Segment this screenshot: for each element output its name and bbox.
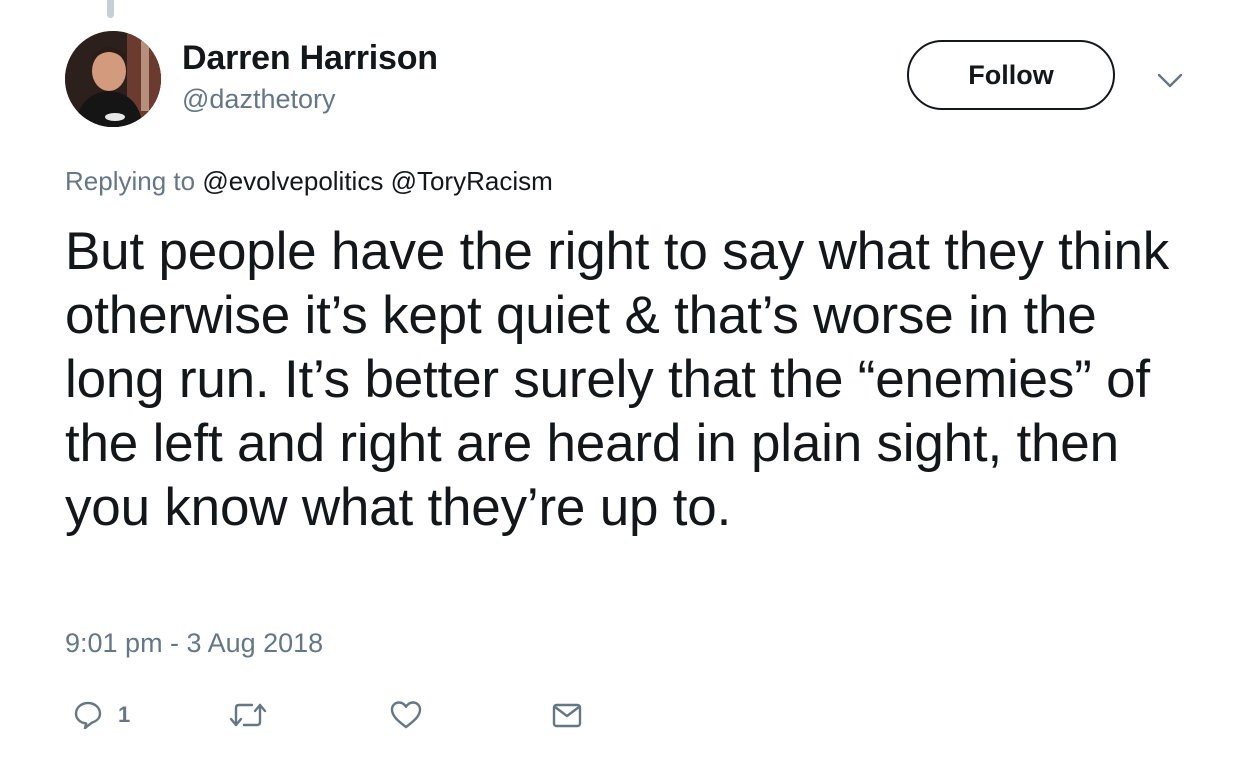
replying-to-label: Replying to [65,166,196,196]
replying-to-line: Replying to @evolvepolitics @ToryRacism [65,166,553,197]
reply-mention-link[interactable]: @ToryRacism [391,166,553,196]
envelope-icon [552,703,582,728]
avatar[interactable] [65,31,161,127]
reply-icon [74,701,102,730]
tweet-text: But people have the right to say what th… [65,222,1170,537]
heart-icon [390,701,422,729]
reply-button[interactable]: 1 [72,690,130,740]
author-handle[interactable]: @dazthetory [182,84,335,115]
chevron-down-icon[interactable] [1152,62,1188,98]
thread-connector-line [107,0,114,18]
author-display-name[interactable]: Darren Harrison [182,39,438,78]
direct-message-button[interactable] [551,690,583,740]
tweet-timestamp[interactable]: 9:01 pm - 3 Aug 2018 [65,628,323,659]
reply-mention-link[interactable]: @evolvepolitics [202,166,383,196]
avatar-photo [65,31,161,127]
tweet-actions-bar: 1 [0,690,1240,740]
retweet-icon [229,703,267,727]
retweet-button[interactable] [228,690,268,740]
reply-count: 1 [118,702,131,727]
follow-button[interactable]: Follow [907,40,1115,110]
like-button[interactable] [389,690,423,740]
